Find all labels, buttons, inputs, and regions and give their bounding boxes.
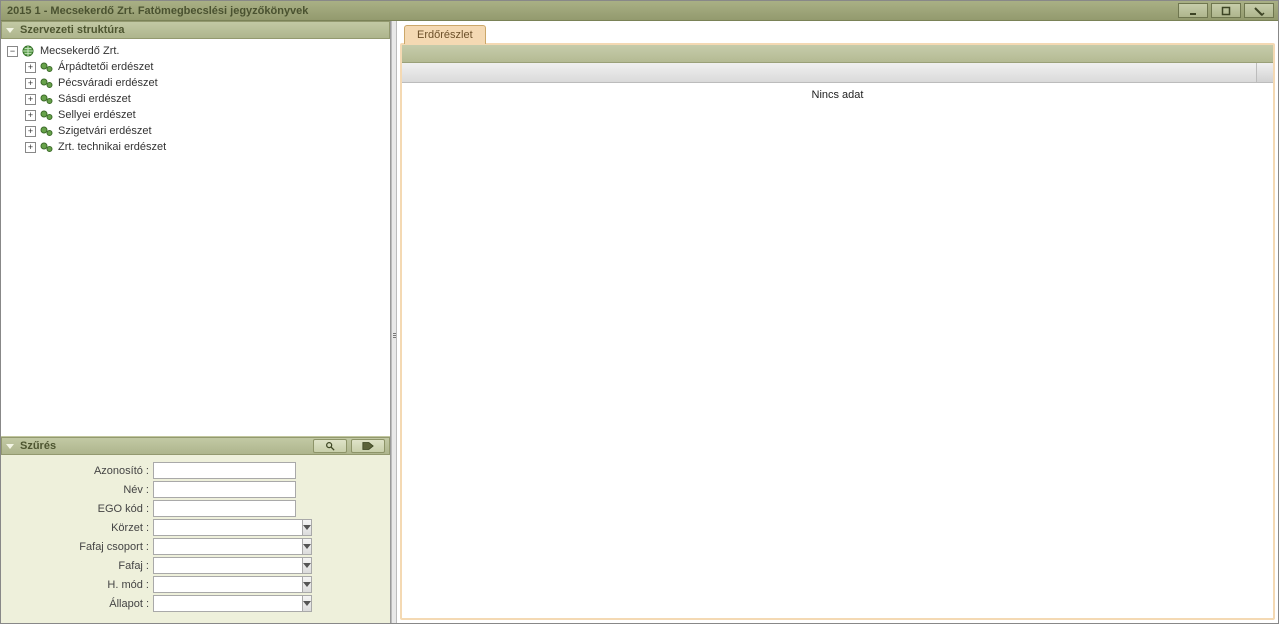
content-frame: Nincs adat: [400, 43, 1275, 620]
expand-icon[interactable]: +: [25, 110, 36, 121]
expand-icon[interactable]: +: [25, 142, 36, 153]
splitter[interactable]: [391, 21, 397, 623]
filter-combo-korzet-input[interactable]: [153, 519, 302, 536]
filter-combo-h-mod[interactable]: [153, 576, 296, 593]
filter-combo-korzet[interactable]: [153, 519, 296, 536]
grid-body: Nincs adat: [402, 83, 1273, 618]
filter-combo-fafaj[interactable]: [153, 557, 296, 574]
app-window: 2015 1 - Mecsekerdő Zrt. Fatömegbecslési…: [0, 0, 1279, 624]
minimize-button[interactable]: [1178, 3, 1208, 18]
scrollbar-corner: [1256, 63, 1273, 82]
structure-panel-title: Szervezeti struktúra: [20, 24, 125, 36]
tree-node-label: Szigetvári erdészet: [58, 125, 152, 137]
expand-icon[interactable]: +: [25, 94, 36, 105]
structure-panel-header[interactable]: Szervezeti struktúra: [1, 21, 390, 39]
titlebar: 2015 1 - Mecsekerdő Zrt. Fatömegbecslési…: [1, 1, 1278, 21]
dropdown-icon[interactable]: [302, 519, 312, 536]
tree-node-label: Mecsekerdő Zrt.: [40, 45, 119, 57]
grid-empty-text: Nincs adat: [812, 89, 864, 101]
tab-erdoreszlet[interactable]: Erdőrészlet: [404, 25, 486, 44]
filter-combo-fafaj-input[interactable]: [153, 557, 302, 574]
tree-node-label: Zrt. technikai erdészet: [58, 141, 166, 153]
filter-panel: Szűrés Azonosító :: [1, 436, 390, 623]
tree-node-item[interactable]: + Pécsváradi erdészet: [25, 75, 384, 91]
filter-combo-fafaj-csoport-input[interactable]: [153, 538, 302, 555]
dropdown-icon[interactable]: [302, 595, 312, 612]
expand-icon[interactable]: +: [25, 78, 36, 89]
grid-toolbar: [402, 45, 1273, 63]
right-column: Erdőrészlet Nincs adat: [397, 21, 1278, 623]
forestry-icon: [40, 109, 54, 121]
tree-node-label: Pécsváradi erdészet: [58, 77, 158, 89]
tree-node-item[interactable]: + Sásdi erdészet: [25, 91, 384, 107]
forestry-icon: [40, 93, 54, 105]
tree-node-label: Sásdi erdészet: [58, 93, 131, 105]
search-button[interactable]: [313, 439, 347, 453]
filter-label-fafaj: Fafaj :: [9, 560, 149, 572]
forestry-icon: [40, 77, 54, 89]
dropdown-icon[interactable]: [302, 576, 312, 593]
maximize-button[interactable]: [1211, 3, 1241, 18]
filter-combo-allapot[interactable]: [153, 595, 296, 612]
filter-label-azonosito: Azonosító :: [9, 465, 149, 477]
filter-label-allapot: Állapot :: [9, 598, 149, 610]
filter-label-h-mod: H. mód :: [9, 579, 149, 591]
dropdown-icon[interactable]: [302, 538, 312, 555]
filter-input-ego-kod[interactable]: [153, 500, 296, 517]
tree-panel: − Mecsekerdő Zrt. +: [1, 39, 390, 436]
filter-input-nev[interactable]: [153, 481, 296, 498]
tree-node-label: Sellyei erdészet: [58, 109, 136, 121]
filter-combo-fafaj-csoport[interactable]: [153, 538, 296, 555]
filter-label-korzet: Körzet :: [9, 522, 149, 534]
filter-input-azonosito[interactable]: [153, 462, 296, 479]
expand-icon[interactable]: +: [25, 62, 36, 73]
expand-icon[interactable]: +: [25, 126, 36, 137]
forestry-icon: [40, 141, 54, 153]
tree-node-item[interactable]: + Sellyei erdészet: [25, 107, 384, 123]
filter-panel-header[interactable]: Szűrés: [1, 437, 390, 455]
filter-body: Azonosító : Név : EGO kód : Körzet :: [1, 455, 390, 623]
filter-panel-title: Szűrés: [20, 440, 56, 452]
filter-combo-h-mod-input[interactable]: [153, 576, 302, 593]
window-title: 2015 1 - Mecsekerdő Zrt. Fatömegbecslési…: [7, 5, 308, 17]
left-column: Szervezeti struktúra − Mecsekerdő Zrt.: [1, 21, 391, 623]
chevron-down-icon: [6, 28, 14, 33]
filter-label-nev: Név :: [9, 484, 149, 496]
tree-node-root[interactable]: − Mecsekerdő Zrt.: [7, 43, 384, 59]
collapse-icon[interactable]: −: [7, 46, 18, 57]
tab-label: Erdőrészlet: [417, 29, 473, 41]
grid-column-header: [402, 63, 1273, 83]
filter-combo-allapot-input[interactable]: [153, 595, 302, 612]
tabstrip: Erdőrészlet: [400, 24, 1275, 43]
org-icon: [22, 45, 36, 57]
chevron-down-icon: [6, 444, 14, 449]
titlebar-buttons: [1178, 3, 1274, 18]
tree-node-item[interactable]: + Zrt. technikai erdészet: [25, 139, 384, 155]
tree-node-item[interactable]: + Árpádtetői erdészet: [25, 59, 384, 75]
body: Szervezeti struktúra − Mecsekerdő Zrt.: [1, 21, 1278, 623]
filter-label-ego-kod: EGO kód :: [9, 503, 149, 515]
forestry-icon: [40, 125, 54, 137]
close-button[interactable]: [1244, 3, 1274, 18]
tree-node-item[interactable]: + Szigetvári erdészet: [25, 123, 384, 139]
forestry-icon: [40, 61, 54, 73]
dropdown-icon[interactable]: [302, 557, 312, 574]
clear-filter-button[interactable]: [351, 439, 385, 453]
tree-node-label: Árpádtetői erdészet: [58, 61, 153, 73]
filter-label-fafaj-csoport: Fafaj csoport :: [9, 541, 149, 553]
